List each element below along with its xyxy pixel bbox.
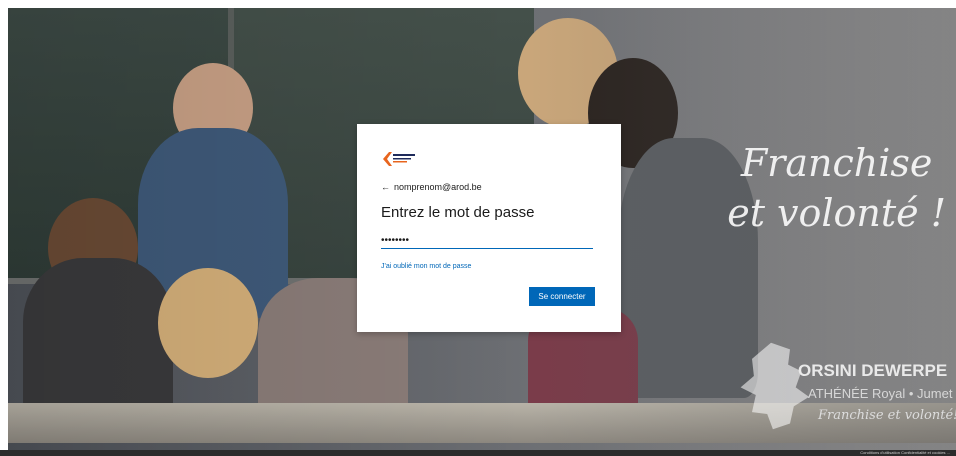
school-logo-icon — [383, 152, 415, 166]
password-field[interactable] — [381, 232, 593, 249]
brand-name: ORSINI DEWERPE — [798, 361, 948, 380]
forgot-password-link[interactable]: J'ai oublié mon mot de passe — [381, 263, 471, 270]
brand-motto: Franchise et volonté! — [818, 408, 956, 423]
account-row: ← nomprenom@arod.be — [381, 182, 482, 192]
slogan: Franchise et volonté ! — [727, 138, 946, 238]
login-card: ← nomprenom@arod.be Entrez le mot de pas… — [357, 124, 621, 332]
account-email: nomprenom@arod.be — [394, 182, 482, 192]
page-title: Entrez le mot de passe — [381, 204, 535, 221]
slogan-line-1: Franchise — [740, 141, 933, 185]
slogan-line-2: et volonté ! — [727, 191, 946, 235]
sign-in-button[interactable]: Se connecter — [529, 287, 595, 306]
footer: Conditions d'utilisation Confidentialité… — [0, 450, 956, 456]
arrow-left-icon[interactable]: ← — [381, 182, 390, 192]
footer-links[interactable]: Conditions d'utilisation Confidentialité… — [860, 450, 950, 456]
school-brand: ORSINI DEWERPE ATHÉNÉE Royal • Jumet Fra… — [728, 328, 956, 438]
brand-subtitle: ATHÉNÉE Royal • Jumet — [808, 386, 953, 401]
